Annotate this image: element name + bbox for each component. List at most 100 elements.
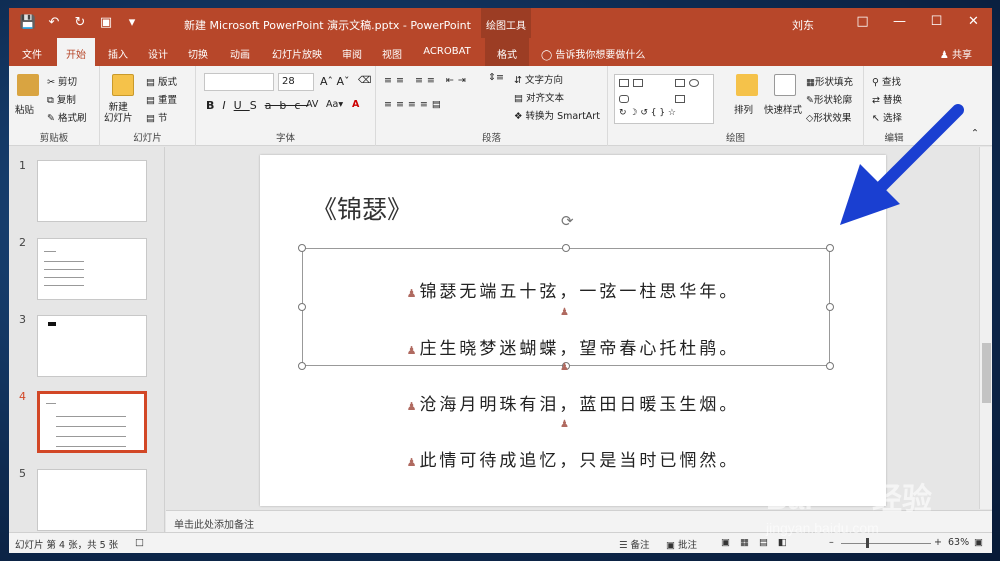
thumb-number: 5 bbox=[19, 467, 26, 480]
new-slide-button[interactable]: 新建 幻灯片 bbox=[104, 102, 133, 124]
font-color-icon[interactable]: A bbox=[352, 99, 359, 110]
textbox-shape-icon[interactable] bbox=[619, 79, 629, 87]
vtextbox-shape-icon[interactable] bbox=[633, 79, 643, 87]
text-direction-button[interactable]: ⇵ 文字方向 bbox=[514, 72, 563, 86]
slide-thumbnail[interactable] bbox=[37, 315, 147, 377]
scrollbar-thumb[interactable] bbox=[982, 343, 991, 403]
arrow-shape-icon[interactable] bbox=[675, 95, 685, 103]
save-icon[interactable]: 💾 bbox=[19, 15, 37, 30]
person-icon: ♟ bbox=[939, 50, 952, 61]
notes-placeholder: 单击此处添加备注 bbox=[174, 520, 254, 531]
rect-shape-icon[interactable] bbox=[675, 79, 685, 87]
tell-me-search[interactable]: ◯ 告诉我你想要做什么 bbox=[541, 46, 645, 61]
resize-handle[interactable] bbox=[298, 362, 306, 370]
smartart-button[interactable]: ❖ 转换为 SmartArt bbox=[514, 108, 600, 122]
minimize-icon[interactable]: — bbox=[881, 8, 918, 38]
tab-view[interactable]: 视图 bbox=[375, 38, 409, 66]
rounded-rect-shape-icon[interactable] bbox=[619, 95, 629, 103]
slide-title[interactable]: 《锦瑟》 bbox=[312, 190, 412, 226]
title-bar: 💾 ↶ ↻ ▣ ▾ 新建 Microsoft PowerPoint 演示文稿.p… bbox=[9, 8, 992, 38]
slide-thumbnail[interactable] bbox=[37, 160, 147, 222]
clipboard-group: 粘贴 ✂ 剪切 ⧉ 复制 ✎ 格式刷 剪贴板 bbox=[9, 66, 100, 146]
new-slide-icon[interactable] bbox=[112, 74, 134, 96]
resize-handle[interactable] bbox=[826, 244, 834, 252]
slide-thumbnail[interactable] bbox=[37, 238, 147, 300]
grow-font-icon[interactable]: Aˆ Aˇ bbox=[320, 75, 350, 88]
tab-slideshow[interactable]: 幻灯片放映 bbox=[265, 38, 329, 66]
customize-qat-icon[interactable]: ▾ bbox=[123, 15, 141, 30]
font-name-field[interactable] bbox=[204, 73, 274, 91]
reset-icon: ▤ bbox=[146, 95, 158, 106]
close-icon[interactable]: ✕ bbox=[955, 8, 992, 38]
format-painter-button[interactable]: ✎ 格式刷 bbox=[47, 110, 87, 124]
list-buttons[interactable]: ≡≡ ≡≡ ⇤⇥ bbox=[384, 75, 470, 86]
tab-format[interactable]: 格式 bbox=[485, 38, 529, 66]
paste-icon[interactable] bbox=[17, 74, 39, 96]
layout-button[interactable]: ▤ 版式 bbox=[146, 74, 177, 88]
line-spacing-icon[interactable]: ⇕≡ bbox=[488, 72, 504, 83]
section-button[interactable]: ▤ 节 bbox=[146, 110, 168, 124]
quick-styles-icon[interactable] bbox=[774, 74, 796, 96]
arrange-button[interactable]: 排列 bbox=[734, 102, 753, 116]
rotate-handle-icon[interactable]: ⟳ bbox=[561, 212, 574, 230]
resize-handle[interactable] bbox=[298, 303, 306, 311]
align-buttons[interactable]: ≡≡≡≡▤ bbox=[384, 99, 445, 110]
clipboard-label: 剪贴板 bbox=[39, 133, 69, 144]
reset-button[interactable]: ▤ 重置 bbox=[146, 92, 177, 106]
undo-icon[interactable]: ↶ bbox=[45, 15, 63, 30]
present-icon[interactable]: ▣ bbox=[97, 15, 115, 30]
spellcheck-icon[interactable]: □ bbox=[135, 537, 144, 548]
copy-icon: ⧉ bbox=[47, 95, 57, 106]
char-spacing-icon[interactable]: AV bbox=[306, 99, 318, 110]
align-text-button[interactable]: ▤ 对齐文本 bbox=[514, 90, 564, 104]
clear-format-icon[interactable]: ⌫ bbox=[358, 75, 371, 86]
tab-acrobat[interactable]: ACROBAT bbox=[417, 38, 477, 66]
poem-line[interactable]: ♟ 庄生晓梦迷蝴蝶，望帝春心托杜鹃。 bbox=[260, 334, 886, 359]
quick-styles-button[interactable]: 快速样式 bbox=[764, 102, 802, 116]
arrange-icon[interactable] bbox=[736, 74, 758, 96]
notes-toggle[interactable]: ☰ 备注 bbox=[619, 537, 650, 551]
thumb-number: 3 bbox=[19, 313, 26, 326]
resize-handle[interactable] bbox=[826, 362, 834, 370]
text-direction-icon: ⇵ bbox=[514, 75, 525, 86]
shape-fill-button[interactable]: ▦形状填充 bbox=[806, 74, 853, 88]
share-button[interactable]: ♟ 共享 bbox=[940, 46, 972, 61]
tab-file[interactable]: 文件 bbox=[15, 38, 49, 66]
oval-shape-icon[interactable] bbox=[689, 79, 699, 87]
comments-toggle[interactable]: ▣ 批注 bbox=[666, 537, 697, 551]
align-text-icon: ▤ bbox=[514, 93, 526, 104]
slide-canvas[interactable]: 《锦瑟》 ⟳ ♟ 锦瑟无端五十弦，一弦一柱思华年。 ♟ ♟ 庄生晓梦迷蝴蝶，望帝春心… bbox=[260, 155, 886, 506]
poem-line[interactable]: ♟ 锦瑟无端五十弦，一弦一柱思华年。 bbox=[260, 277, 886, 302]
resize-handle[interactable] bbox=[562, 244, 570, 252]
shape-row-3[interactable]: ↻ ☽ ↺ { } ☆ bbox=[619, 108, 676, 118]
shapes-gallery[interactable]: ↻ ☽ ↺ { } ☆ bbox=[614, 74, 714, 124]
tab-review[interactable]: 审阅 bbox=[335, 38, 369, 66]
anchor-icon: ♟ bbox=[406, 400, 417, 413]
resize-handle[interactable] bbox=[826, 303, 834, 311]
collapse-ribbon-icon[interactable]: ⌃ bbox=[971, 128, 979, 139]
font-style-buttons[interactable]: BIUSabc bbox=[206, 99, 308, 112]
slide-thumbnail-selected[interactable] bbox=[37, 391, 147, 453]
layout-icon: ▤ bbox=[146, 77, 158, 88]
maximize-icon[interactable]: ☐ bbox=[918, 8, 955, 38]
thumb-number: 1 bbox=[19, 159, 26, 172]
user-name[interactable]: 刘东 bbox=[792, 17, 814, 33]
tab-design[interactable]: 设计 bbox=[141, 38, 175, 66]
tab-transitions[interactable]: 切换 bbox=[181, 38, 215, 66]
paragraph-label: 段落 bbox=[481, 133, 501, 144]
find-button[interactable]: ⚲ 查找 bbox=[872, 74, 901, 88]
paste-button[interactable]: 粘贴 bbox=[15, 102, 34, 116]
change-case-icon[interactable]: Aa▾ bbox=[326, 99, 343, 110]
tab-home[interactable]: 开始 bbox=[57, 38, 95, 66]
redo-icon[interactable]: ↻ bbox=[71, 15, 89, 30]
tab-insert[interactable]: 插入 bbox=[101, 38, 135, 66]
font-size-field[interactable]: 28 bbox=[278, 73, 314, 91]
slide-thumbnail[interactable] bbox=[37, 469, 147, 531]
cut-button[interactable]: ✂ 剪切 bbox=[47, 74, 77, 88]
copy-button[interactable]: ⧉ 复制 bbox=[47, 92, 76, 106]
tab-animations[interactable]: 动画 bbox=[223, 38, 257, 66]
ribbon-display-icon[interactable]: □ bbox=[844, 8, 881, 38]
section-icon: ▤ bbox=[146, 113, 158, 124]
poem-line[interactable]: ♟ 沧海月明珠有泪，蓝田日暖玉生烟。 bbox=[260, 390, 886, 415]
resize-handle[interactable] bbox=[298, 244, 306, 252]
